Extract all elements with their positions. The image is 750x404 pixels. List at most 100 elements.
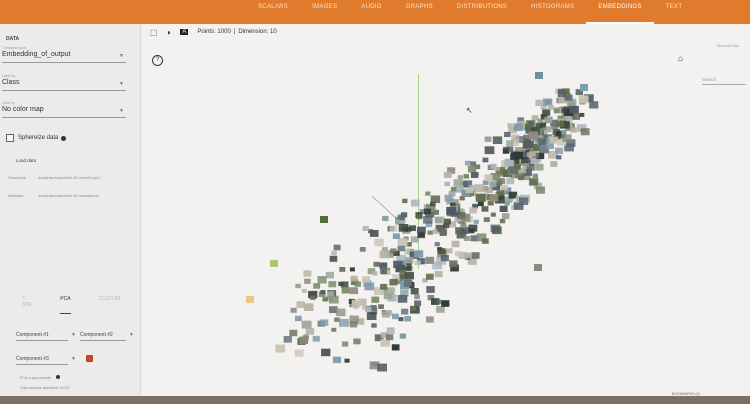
tab-text[interactable]: TEXT (654, 0, 695, 24)
embedding-thumbnail[interactable] (536, 186, 545, 194)
embedding-thumbnail[interactable] (470, 172, 479, 178)
embedding-thumbnail[interactable] (494, 166, 500, 172)
embedding-thumbnail[interactable] (364, 282, 375, 291)
embedding-thumbnail[interactable] (483, 217, 490, 222)
embedding-thumbnail[interactable] (414, 294, 420, 300)
embedding-thumbnail[interactable] (380, 339, 390, 347)
embedding-thumbnail[interactable] (410, 236, 419, 243)
embedding-thumbnail[interactable] (334, 317, 340, 322)
embedding-thumbnail[interactable] (556, 121, 565, 128)
embedding-thumbnail[interactable] (502, 213, 510, 220)
tab-embeddings[interactable]: EMBEDDINGS (586, 0, 654, 24)
embedding-thumbnail[interactable] (535, 99, 544, 106)
embedding-thumbnail[interactable] (529, 180, 536, 186)
embedding-thumbnail[interactable] (524, 140, 534, 149)
embedding-thumbnail[interactable] (473, 219, 479, 224)
embedding-thumbnail[interactable] (349, 287, 359, 295)
embedding-thumbnail[interactable] (528, 131, 539, 140)
tab-images[interactable]: IMAGES (300, 0, 349, 24)
embedding-thumbnail[interactable] (463, 236, 471, 241)
embedding-thumbnail[interactable] (468, 224, 478, 232)
embedding-thumbnail[interactable] (561, 108, 568, 113)
embedding-thumbnail[interactable] (451, 240, 460, 248)
embedding-thumbnail[interactable] (444, 181, 450, 187)
embedding-thumbnail[interactable] (294, 315, 302, 322)
embedding-thumbnail[interactable] (481, 206, 489, 212)
embedding-thumbnail[interactable] (270, 260, 278, 267)
embedding-thumbnail[interactable] (305, 328, 315, 335)
embedding-thumbnail[interactable] (289, 329, 298, 337)
embedding-thumbnail[interactable] (446, 248, 453, 254)
tab-scalars[interactable]: SCALARS (246, 0, 300, 24)
embedding-thumbnail[interactable] (359, 247, 366, 252)
embedding-thumbnail[interactable] (557, 90, 567, 97)
embedding-thumbnail[interactable] (436, 299, 442, 304)
embedding-thumbnail[interactable] (410, 288, 419, 295)
embedding-thumbnail[interactable] (513, 123, 523, 131)
embedding-thumbnail[interactable] (402, 198, 408, 204)
embedding-thumbnail[interactable] (481, 238, 489, 244)
embedding-thumbnail[interactable] (414, 250, 424, 258)
embedding-thumbnail[interactable] (503, 146, 509, 152)
embedding-thumbnail[interactable] (350, 275, 358, 282)
embedding-thumbnail[interactable] (543, 98, 553, 106)
embedding-thumbnail[interactable] (395, 219, 401, 224)
embedding-thumbnail[interactable] (386, 327, 395, 334)
embedding-thumbnail[interactable] (320, 216, 328, 223)
embedding-thumbnail[interactable] (414, 260, 421, 266)
embedding-thumbnail[interactable] (506, 178, 515, 185)
embedding-thumbnail[interactable] (325, 271, 334, 279)
embedding-thumbnail[interactable] (547, 105, 554, 110)
embedding-thumbnail[interactable] (518, 197, 529, 206)
embedding-thumbnail[interactable] (465, 187, 474, 194)
embedding-thumbnail[interactable] (378, 304, 384, 309)
embedding-thumbnail[interactable] (443, 223, 450, 229)
embedding-thumbnail[interactable] (484, 174, 493, 182)
embedding-thumbnail[interactable] (542, 109, 551, 116)
embedding-thumbnail[interactable] (411, 199, 420, 207)
embedding-thumbnail[interactable] (371, 296, 380, 303)
embedding-thumbnail[interactable] (554, 108, 560, 113)
embedding-thumbnail[interactable] (555, 147, 564, 154)
tab-graphs[interactable]: GRAPHS (394, 0, 445, 24)
embedding-thumbnail[interactable] (426, 286, 435, 293)
embedding-thumbnail[interactable] (295, 283, 301, 289)
embedding-thumbnail[interactable] (454, 251, 462, 257)
embedding-thumbnail[interactable] (362, 225, 369, 231)
embedding-thumbnail[interactable] (589, 101, 599, 109)
embedding-thumbnail[interactable] (453, 179, 463, 187)
embedding-thumbnail[interactable] (467, 165, 477, 173)
embedding-thumbnail[interactable] (450, 186, 457, 192)
embedding-thumbnail[interactable] (510, 168, 516, 173)
embedding-thumbnail[interactable] (404, 316, 412, 322)
embedding-thumbnail[interactable] (320, 319, 329, 326)
embedding-thumbnail[interactable] (485, 186, 493, 193)
embedding-thumbnail[interactable] (426, 273, 434, 280)
embedding-thumbnail[interactable] (317, 276, 327, 284)
embedding-thumbnail[interactable] (449, 260, 458, 268)
embedding-thumbnail[interactable] (580, 84, 588, 91)
embedding-thumbnail[interactable] (532, 173, 538, 178)
embedding-thumbnail[interactable] (397, 238, 408, 246)
embedding-thumbnail[interactable] (371, 323, 377, 328)
embedding-thumbnail[interactable] (310, 295, 316, 300)
embedding-thumbnail[interactable] (535, 163, 544, 171)
embedding-thumbnail[interactable] (392, 233, 400, 239)
embedding-thumbnail[interactable] (301, 320, 312, 329)
embedding-thumbnail[interactable] (492, 136, 503, 144)
embedding-thumbnail[interactable] (389, 279, 398, 286)
embedding-thumbnail[interactable] (391, 313, 399, 320)
embedding-thumbnail[interactable] (464, 252, 471, 259)
embedding-thumbnail[interactable] (418, 232, 425, 238)
embedding-thumbnail[interactable] (329, 255, 338, 262)
embedding-thumbnail[interactable] (504, 158, 514, 167)
embedding-thumbnail[interactable] (580, 128, 590, 136)
embedding-thumbnail[interactable] (511, 134, 520, 142)
embedding-thumbnail[interactable] (403, 279, 413, 287)
embedding-thumbnail[interactable] (351, 300, 361, 308)
embedding-thumbnail[interactable] (322, 297, 328, 302)
embedding-thumbnail[interactable] (464, 160, 471, 166)
embedding-thumbnail[interactable] (303, 303, 314, 311)
embedding-thumbnail[interactable] (504, 131, 511, 137)
embedding-thumbnail[interactable] (246, 296, 254, 303)
